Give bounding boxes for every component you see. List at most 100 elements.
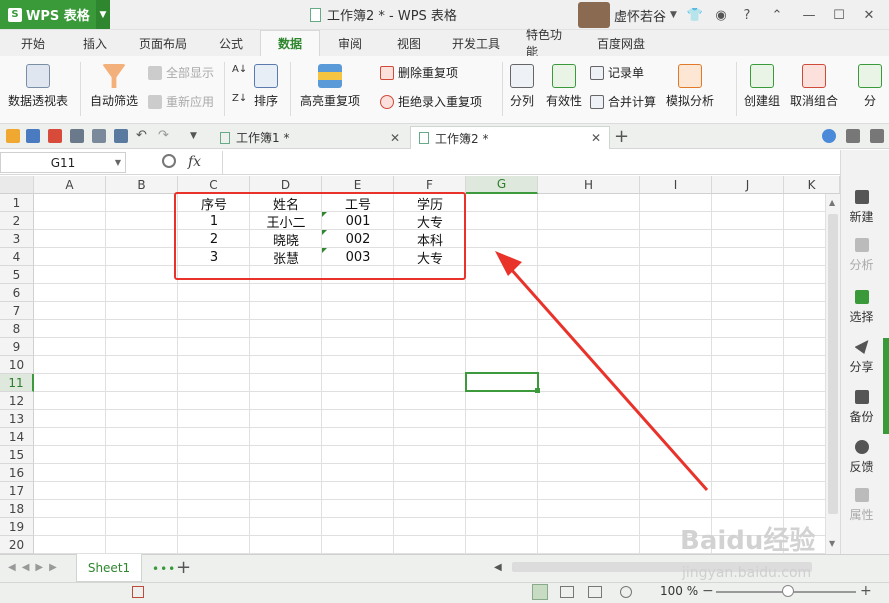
shirt-icon[interactable]: 👕 bbox=[686, 6, 704, 24]
close-tab-icon[interactable]: ✕ bbox=[591, 131, 601, 145]
customize-qa-icon[interactable]: ▼ bbox=[190, 129, 204, 143]
reject-duplicates-button[interactable]: 拒绝录入重复项 bbox=[380, 93, 482, 110]
chevron-down-icon[interactable]: ▼ bbox=[96, 0, 110, 29]
validity-button[interactable]: 有效性 bbox=[546, 64, 582, 109]
close-icon[interactable]: ✕ bbox=[860, 6, 878, 24]
weibo-icon[interactable]: ◉ bbox=[712, 6, 730, 24]
row-header[interactable]: 2 bbox=[0, 212, 34, 230]
zoom-out-icon[interactable]: − bbox=[702, 583, 714, 599]
vertical-scrollbar[interactable]: ▲ ▼ bbox=[825, 194, 840, 554]
pivot-table-button[interactable]: 数据透视表 bbox=[8, 64, 68, 109]
select-all-corner[interactable] bbox=[0, 176, 34, 194]
row-header[interactable]: 8 bbox=[0, 320, 34, 338]
reading-mode-icon[interactable] bbox=[620, 586, 632, 598]
chevron-down-icon[interactable]: ▼ bbox=[670, 10, 677, 20]
row-header[interactable]: 11 bbox=[0, 374, 34, 392]
delete-duplicates-button[interactable]: 删除重复项 bbox=[380, 64, 458, 81]
spreadsheet-grid[interactable]: A B C D E F G H I J K 1 2 3 4 5 6 7 8 9 10 11 12 13 1… bbox=[0, 176, 840, 554]
panel-select[interactable]: 选择 bbox=[841, 290, 882, 325]
print-preview-icon[interactable] bbox=[92, 129, 106, 143]
scroll-thumb[interactable] bbox=[828, 214, 838, 514]
ungroup-button[interactable]: 取消组合 bbox=[790, 64, 838, 109]
tab-view[interactable]: 视图 bbox=[380, 30, 438, 56]
row-header[interactable]: 16 bbox=[0, 464, 34, 482]
row-header[interactable]: 18 bbox=[0, 500, 34, 518]
share-doc-icon[interactable] bbox=[846, 129, 860, 143]
print-icon[interactable] bbox=[70, 129, 84, 143]
row-header[interactable]: 7 bbox=[0, 302, 34, 320]
more-icon[interactable] bbox=[870, 129, 884, 143]
tab-data[interactable]: 数据 bbox=[260, 30, 320, 56]
add-sheet-icon[interactable]: + bbox=[176, 557, 191, 578]
doc-tab-workbook2[interactable]: 工作簿2 * ✕ bbox=[410, 126, 610, 149]
more-sheets-icon[interactable]: ••• bbox=[152, 562, 176, 576]
app-menu-button[interactable]: S WPS 表格 ▼ bbox=[0, 0, 110, 29]
name-box[interactable]: G11 ▼ bbox=[0, 152, 126, 173]
split-columns-button[interactable]: 分列 bbox=[510, 64, 534, 109]
tab-review[interactable]: 审阅 bbox=[320, 30, 380, 56]
panel-backup[interactable]: 备份 bbox=[841, 390, 882, 425]
record-form-button[interactable]: 记录单 bbox=[590, 64, 644, 81]
row-header[interactable]: 4 bbox=[0, 248, 34, 266]
redo-icon[interactable]: ↷ bbox=[158, 129, 172, 143]
tab-formula[interactable]: 公式 bbox=[202, 30, 260, 56]
sort-asc-button[interactable]: A↓ bbox=[232, 64, 247, 75]
active-cell[interactable] bbox=[465, 372, 540, 393]
normal-view-icon[interactable] bbox=[532, 584, 548, 600]
row-header[interactable]: 5 bbox=[0, 266, 34, 284]
insert-function-button[interactable]: fx bbox=[188, 154, 201, 170]
column-header[interactable]: H bbox=[538, 176, 640, 194]
row-header[interactable]: 3 bbox=[0, 230, 34, 248]
highlight-duplicates-button[interactable]: 高亮重复项 bbox=[300, 64, 360, 109]
zoom-level[interactable]: 100 % bbox=[660, 584, 698, 598]
tab-features[interactable]: 特色功能 bbox=[514, 28, 584, 59]
merge-calc-button[interactable]: 合并计算 bbox=[590, 93, 656, 110]
row-header[interactable]: 12 bbox=[0, 392, 34, 410]
row-header[interactable]: 10 bbox=[0, 356, 34, 374]
zoom-in-icon[interactable]: + bbox=[860, 583, 872, 599]
formula-input[interactable] bbox=[222, 151, 840, 174]
save-icon[interactable] bbox=[26, 129, 40, 143]
tab-developer[interactable]: 开发工具 bbox=[438, 30, 514, 56]
avatar[interactable] bbox=[578, 2, 610, 28]
zoom-slider-knob[interactable] bbox=[782, 585, 794, 597]
close-tab-icon[interactable]: ✕ bbox=[390, 131, 400, 145]
column-header[interactable]: B bbox=[106, 176, 178, 194]
autofilter-button[interactable]: 自动筛选 bbox=[90, 64, 138, 109]
reapply-button[interactable]: 重新应用 bbox=[148, 93, 214, 110]
page-layout-view-icon[interactable] bbox=[560, 586, 574, 598]
help-icon[interactable]: ? bbox=[738, 6, 756, 24]
column-header[interactable]: J bbox=[712, 176, 784, 194]
scroll-left-icon[interactable]: ◀ bbox=[494, 562, 502, 573]
user-name[interactable]: 虚怀若谷 bbox=[614, 6, 666, 25]
export-pdf-icon[interactable] bbox=[48, 129, 62, 143]
tab-baidu-disk[interactable]: 百度网盘 bbox=[584, 30, 658, 56]
sort-desc-button[interactable]: Z↓ bbox=[232, 93, 247, 104]
page-break-view-icon[interactable] bbox=[588, 586, 602, 598]
macro-icon[interactable] bbox=[132, 586, 144, 598]
row-header[interactable]: 9 bbox=[0, 338, 34, 356]
tab-start[interactable]: 开始 bbox=[0, 30, 66, 56]
tab-page-layout[interactable]: 页面布局 bbox=[124, 30, 202, 56]
panel-feedback[interactable]: 反馈 bbox=[841, 440, 882, 475]
column-header[interactable]: G bbox=[466, 176, 538, 194]
panel-share[interactable]: 分享 bbox=[841, 340, 882, 375]
column-header[interactable]: I bbox=[640, 176, 712, 194]
row-header[interactable]: 17 bbox=[0, 482, 34, 500]
cloud-icon[interactable] bbox=[822, 129, 836, 143]
column-header[interactable]: K bbox=[784, 176, 840, 194]
row-header[interactable]: 14 bbox=[0, 428, 34, 446]
doc-tab-workbook1[interactable]: 工作簿1 * ✕ bbox=[212, 126, 408, 149]
row-header[interactable]: 15 bbox=[0, 446, 34, 464]
fill-handle[interactable] bbox=[535, 388, 540, 393]
row-header[interactable]: 1 bbox=[0, 194, 34, 212]
sort-button[interactable]: 排序 bbox=[254, 64, 278, 109]
collapse-ribbon-icon[interactable]: ⌃ bbox=[768, 6, 786, 24]
user-area[interactable]: 虚怀若谷 ▼ bbox=[578, 2, 677, 28]
subtotal-button[interactable]: 分 bbox=[858, 64, 882, 109]
tab-insert[interactable]: 插入 bbox=[66, 30, 124, 56]
create-group-button[interactable]: 创建组 bbox=[744, 64, 780, 109]
new-tab-icon[interactable]: + bbox=[614, 126, 629, 147]
panel-analyze[interactable]: 分析 bbox=[841, 238, 882, 273]
minimize-icon[interactable]: — bbox=[800, 6, 818, 24]
